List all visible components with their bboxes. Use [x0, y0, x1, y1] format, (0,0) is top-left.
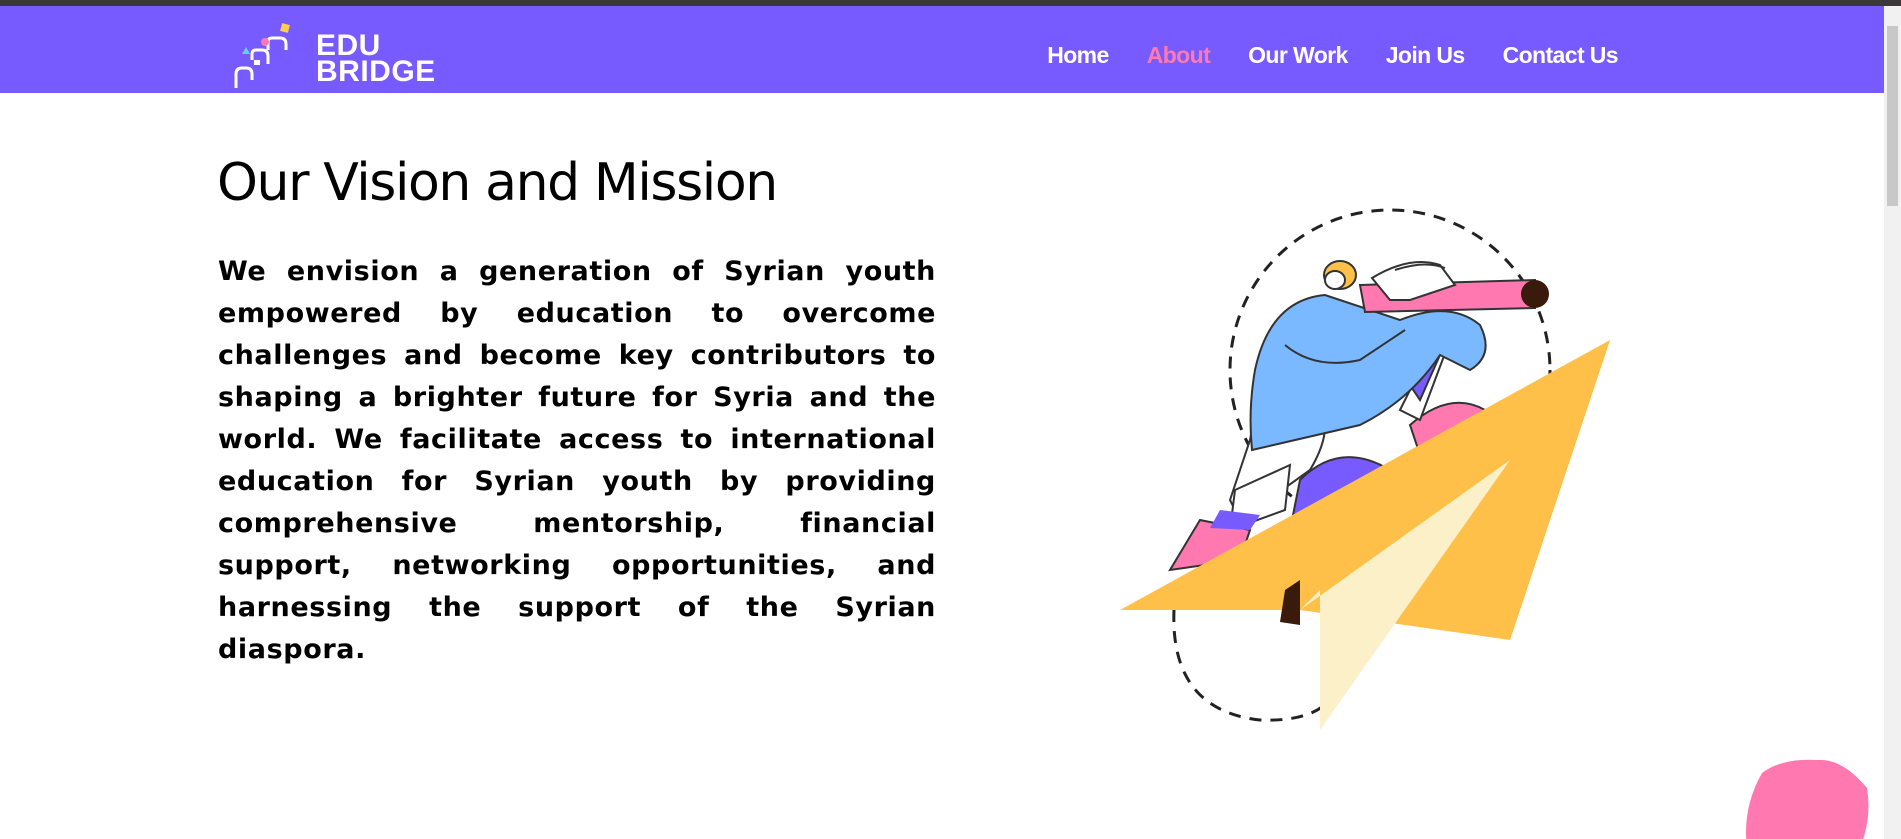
nav-join-us[interactable]: Join Us [1386, 42, 1465, 69]
dashed-arc-lower [1172, 609, 1332, 722]
scrollbar-thumb[interactable] [1887, 26, 1898, 206]
nav-about[interactable]: About [1147, 42, 1211, 69]
nav-our-work[interactable]: Our Work [1248, 42, 1348, 69]
main-nav: Home About Our Work Join Us Contact Us [1047, 42, 1618, 69]
edubridge-logo[interactable]: EDU BRIDGE [232, 20, 462, 90]
page-title: Our Vision and Mission [217, 153, 778, 213]
bridge-steps-icon [234, 23, 290, 88]
decorative-pink-blob [1746, 759, 1869, 839]
nav-contact-us[interactable]: Contact Us [1503, 42, 1619, 69]
page-scrollbar[interactable] [1884, 6, 1901, 839]
navbar: EDU BRIDGE Home About Our Work Join Us C… [0, 6, 1884, 93]
paper-plane-explorer-illustration [1120, 208, 1610, 730]
logo-wordmark: EDU BRIDGE [316, 31, 436, 88]
vision-mission-text: We envision a generation of Syrian youth… [218, 256, 936, 665]
logo-line2: BRIDGE [316, 55, 436, 88]
nav-home[interactable]: Home [1047, 42, 1109, 69]
